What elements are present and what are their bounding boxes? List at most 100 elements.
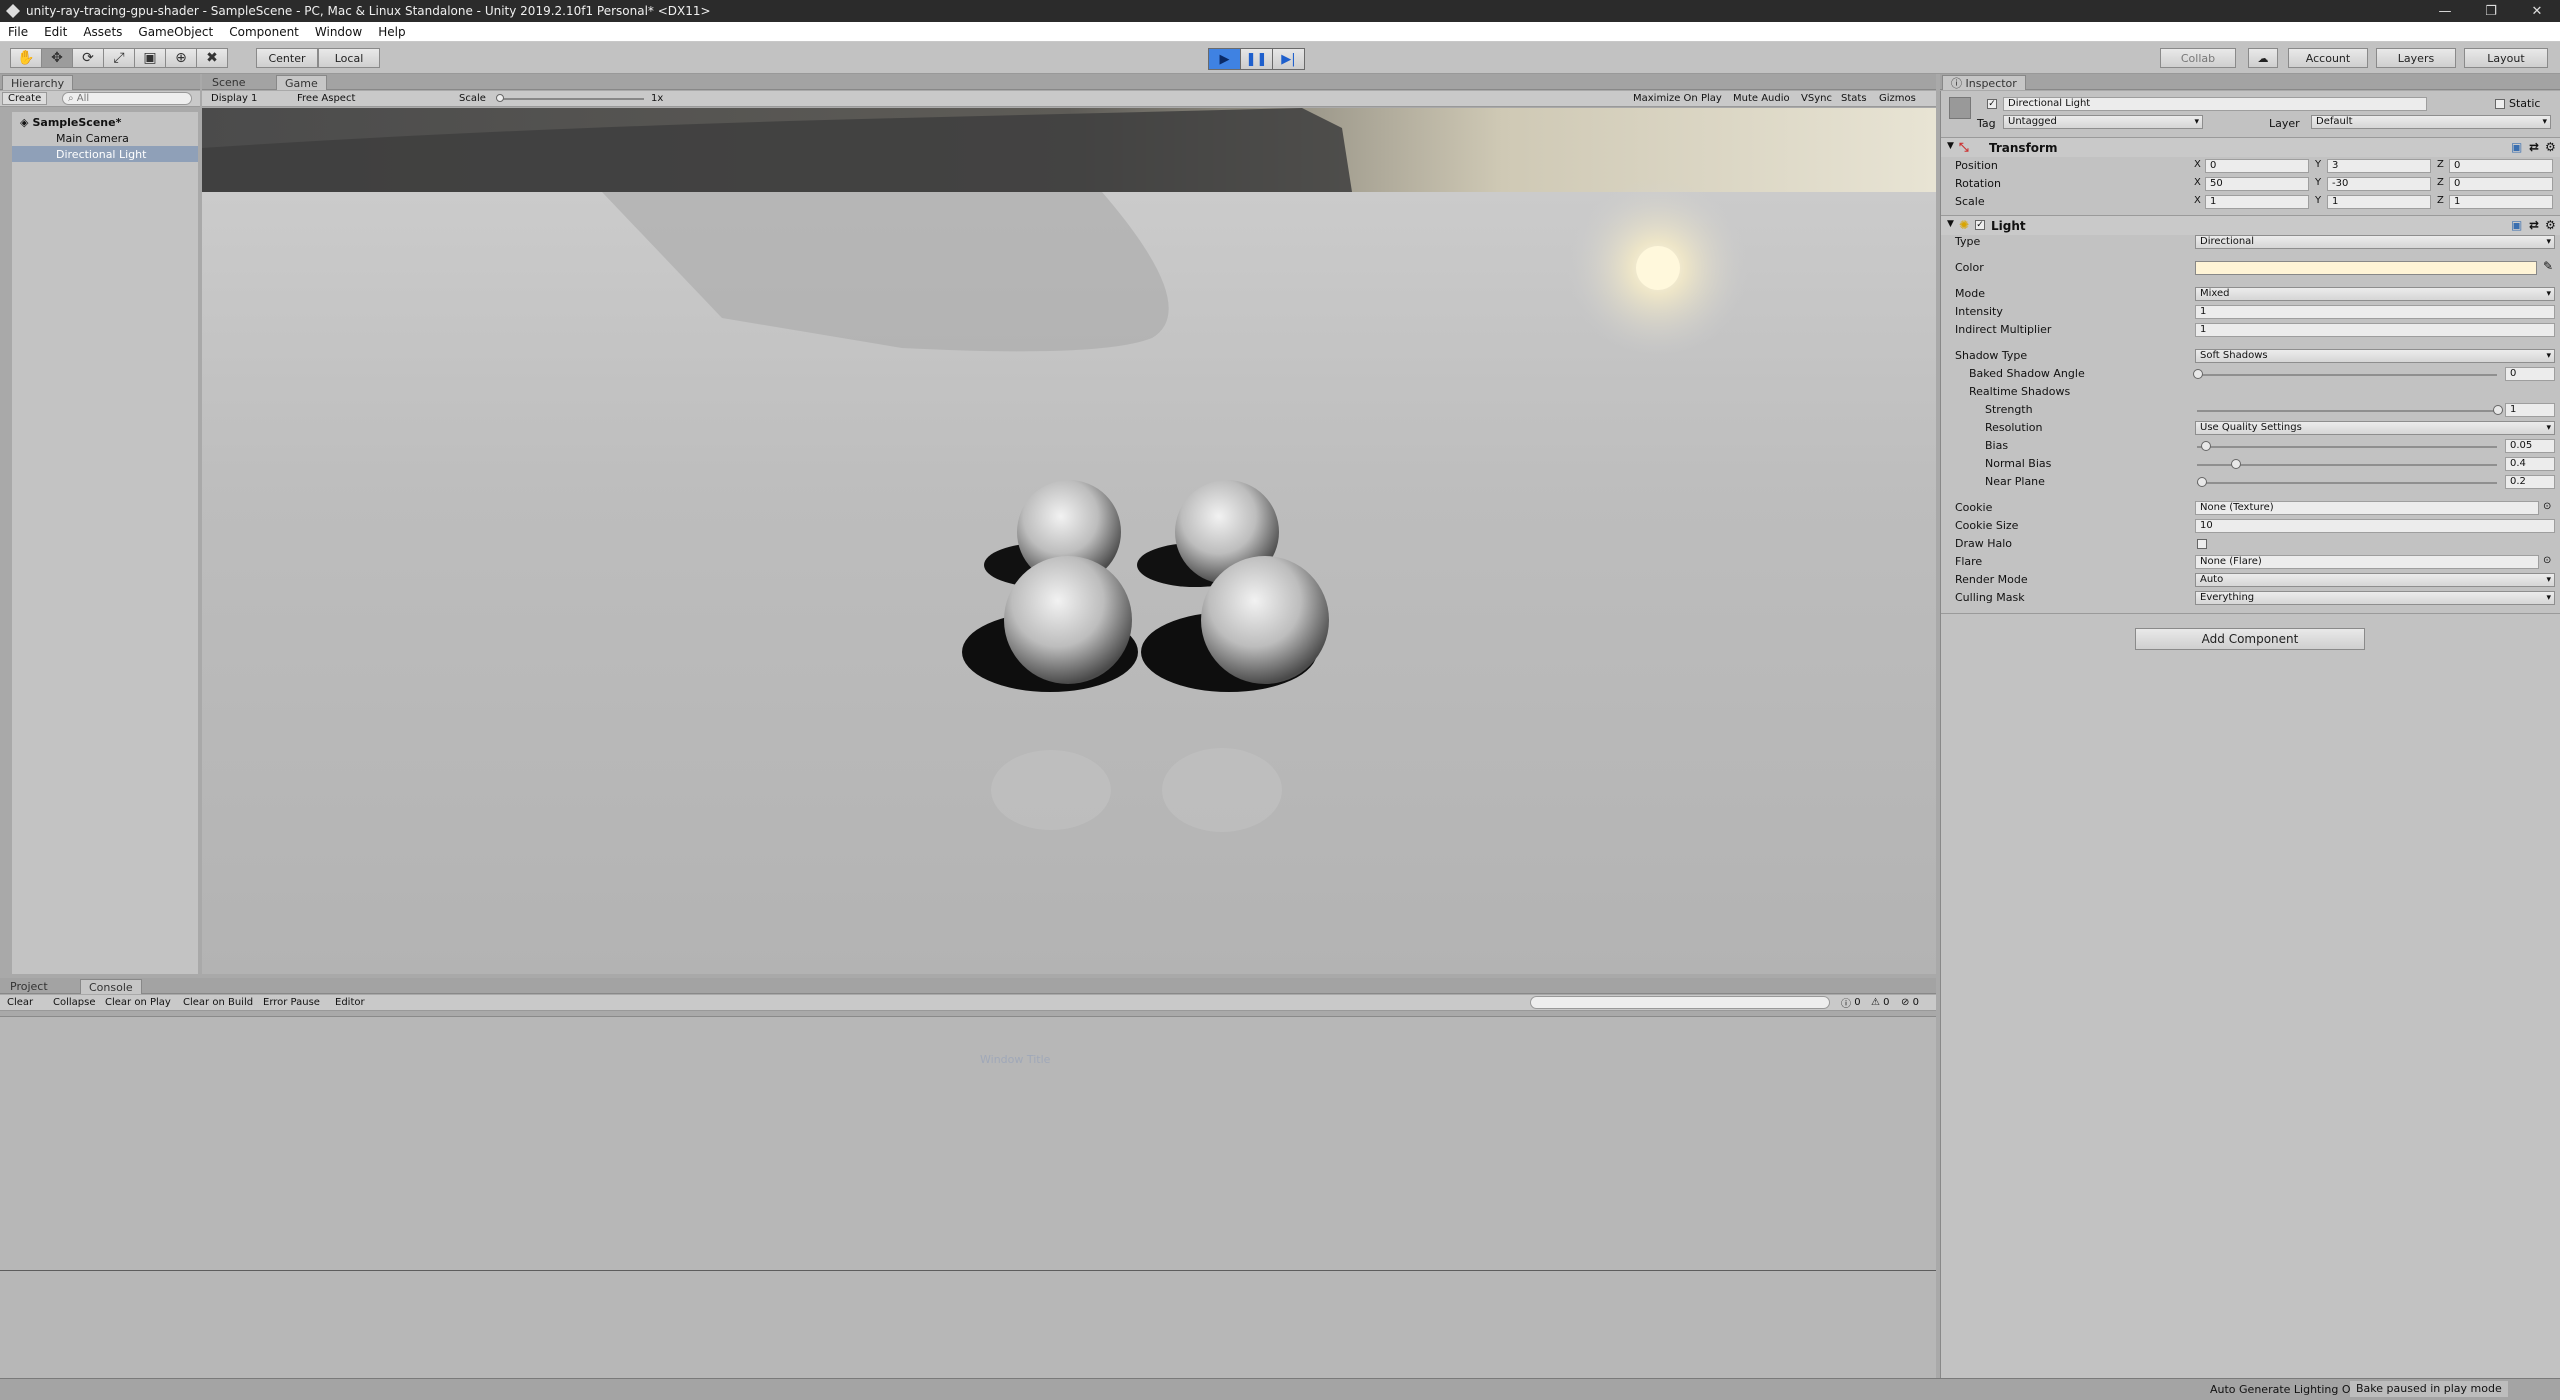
layer-dropdown[interactable]: Default bbox=[2311, 115, 2551, 129]
light-enabled-checkbox[interactable]: ✓ bbox=[1975, 220, 1985, 230]
close-button[interactable]: ✕ bbox=[2514, 4, 2560, 19]
gear-icon[interactable]: ⚙ bbox=[2545, 140, 2556, 154]
active-checkbox[interactable]: ✓ bbox=[1987, 99, 1997, 109]
position-z-field[interactable]: 0 bbox=[2449, 159, 2553, 173]
render-mode-dropdown[interactable]: Auto bbox=[2195, 573, 2555, 587]
rotate-tool-icon[interactable]: ⟳ bbox=[72, 48, 104, 68]
normal-bias-knob[interactable] bbox=[2231, 459, 2241, 469]
scale-x-field[interactable]: 1 bbox=[2205, 195, 2309, 209]
log-count[interactable]: ⓘ 0 bbox=[1836, 996, 1866, 1010]
rotation-x-field[interactable]: 50 bbox=[2205, 177, 2309, 191]
create-dropdown[interactable]: Create bbox=[2, 92, 48, 105]
layers-dropdown[interactable]: Layers bbox=[2376, 48, 2456, 68]
culling-mask-dropdown[interactable]: Everything bbox=[2195, 591, 2555, 605]
layout-dropdown[interactable]: Layout bbox=[2464, 48, 2548, 68]
error-count[interactable]: ⊘ 0 bbox=[1896, 996, 1924, 1009]
scene-row[interactable]: ◈ SampleScene* bbox=[12, 114, 198, 130]
gear-icon[interactable]: ⚙ bbox=[2545, 218, 2556, 232]
step-icon[interactable]: ▶| bbox=[1272, 48, 1305, 70]
near-plane-knob[interactable] bbox=[2197, 477, 2207, 487]
pivot-local-button[interactable]: Local bbox=[318, 48, 380, 68]
near-plane-field[interactable]: 0.2 bbox=[2505, 475, 2555, 489]
position-x-field[interactable]: 0 bbox=[2205, 159, 2309, 173]
play-icon[interactable]: ▶ bbox=[1208, 48, 1241, 70]
tab-scene[interactable]: Scene bbox=[204, 75, 254, 90]
tab-project[interactable]: Project bbox=[2, 979, 56, 994]
color-swatch[interactable] bbox=[2195, 261, 2537, 275]
add-component-button[interactable]: Add Component bbox=[2135, 628, 2365, 650]
menu-window[interactable]: Window bbox=[307, 25, 370, 39]
maximize-on-play-toggle[interactable]: Maximize On Play bbox=[1628, 92, 1727, 105]
baked-angle-knob[interactable] bbox=[2193, 369, 2203, 379]
console-log-area[interactable]: Window Title bbox=[0, 1016, 1936, 1378]
preset-icon[interactable]: ⇄ bbox=[2529, 218, 2539, 232]
stats-toggle[interactable]: Stats bbox=[1836, 92, 1872, 105]
indirect-field[interactable]: 1 bbox=[2195, 323, 2555, 337]
pivot-center-button[interactable]: Center bbox=[256, 48, 318, 68]
rotation-y-field[interactable]: -30 bbox=[2327, 177, 2431, 191]
error-pause-button[interactable]: Error Pause bbox=[258, 996, 325, 1009]
tag-dropdown[interactable]: Untagged bbox=[2003, 115, 2203, 129]
hierarchy-search-input[interactable]: ⌕ All bbox=[62, 92, 192, 105]
preset-icon[interactable]: ⇄ bbox=[2529, 140, 2539, 154]
static-checkbox[interactable] bbox=[2495, 99, 2505, 109]
hierarchy-item-directional-light[interactable]: Directional Light bbox=[12, 146, 198, 162]
menu-file[interactable]: File bbox=[0, 25, 36, 39]
strength-field[interactable]: 1 bbox=[2505, 403, 2555, 417]
scale-slider[interactable] bbox=[498, 98, 644, 100]
object-picker-icon[interactable]: ⊙ bbox=[2543, 501, 2551, 512]
mode-dropdown[interactable]: Mixed bbox=[2195, 287, 2555, 301]
scale-y-field[interactable]: 1 bbox=[2327, 195, 2431, 209]
baked-angle-field[interactable]: 0 bbox=[2505, 367, 2555, 381]
light-header[interactable]: ▼ ✺ ✓ Light ▣ ⇄ ⚙ bbox=[1941, 215, 2560, 235]
flare-field[interactable]: None (Flare) bbox=[2195, 555, 2539, 569]
cloud-icon[interactable]: ☁ bbox=[2248, 48, 2278, 68]
collapse-button[interactable]: Collapse bbox=[48, 996, 101, 1009]
resolution-dropdown[interactable]: Use Quality Settings bbox=[2195, 421, 2555, 435]
normal-bias-field[interactable]: 0.4 bbox=[2505, 457, 2555, 471]
near-plane-slider[interactable] bbox=[2197, 482, 2497, 484]
menu-assets[interactable]: Assets bbox=[75, 25, 130, 39]
console-detail-divider[interactable] bbox=[0, 1270, 1936, 1271]
bias-knob[interactable] bbox=[2201, 441, 2211, 451]
object-name-field[interactable]: Directional Light bbox=[2003, 97, 2427, 111]
vsync-toggle[interactable]: VSync bbox=[1796, 92, 1837, 105]
transform-tool-icon[interactable]: ⊕ bbox=[165, 48, 197, 68]
object-picker-icon[interactable]: ⊙ bbox=[2543, 555, 2551, 566]
menu-gameobject[interactable]: GameObject bbox=[130, 25, 221, 39]
cookie-size-field[interactable]: 10 bbox=[2195, 519, 2555, 533]
rect-tool-icon[interactable]: ▣ bbox=[134, 48, 166, 68]
gizmos-dropdown[interactable]: Gizmos bbox=[1874, 92, 1921, 105]
move-tool-icon[interactable]: ✥ bbox=[41, 48, 73, 68]
bias-field[interactable]: 0.05 bbox=[2505, 439, 2555, 453]
cookie-field[interactable]: None (Texture) bbox=[2195, 501, 2539, 515]
game-view[interactable] bbox=[202, 108, 1936, 974]
menu-help[interactable]: Help bbox=[370, 25, 413, 39]
minimize-button[interactable]: — bbox=[2422, 4, 2468, 19]
shadow-type-dropdown[interactable]: Soft Shadows bbox=[2195, 349, 2555, 363]
bias-slider[interactable] bbox=[2197, 446, 2497, 448]
transform-header[interactable]: ▼ ⤡ Transform ▣ ⇄ ⚙ bbox=[1941, 137, 2560, 157]
menu-component[interactable]: Component bbox=[221, 25, 307, 39]
scale-z-field[interactable]: 1 bbox=[2449, 195, 2553, 209]
tab-game[interactable]: Game bbox=[276, 75, 327, 90]
eyedropper-icon[interactable]: ✎ bbox=[2543, 259, 2553, 273]
strength-slider[interactable] bbox=[2197, 410, 2497, 412]
strength-knob[interactable] bbox=[2493, 405, 2503, 415]
account-dropdown[interactable]: Account bbox=[2288, 48, 2368, 68]
rotation-z-field[interactable]: 0 bbox=[2449, 177, 2553, 191]
hand-tool-icon[interactable]: ✋ bbox=[10, 48, 42, 68]
hierarchy-item-main-camera[interactable]: Main Camera bbox=[12, 130, 198, 146]
help-icon[interactable]: ▣ bbox=[2511, 140, 2522, 154]
warning-count[interactable]: ⚠ 0 bbox=[1866, 996, 1895, 1009]
clear-on-build-button[interactable]: Clear on Build bbox=[178, 996, 258, 1009]
pause-icon[interactable]: ❚❚ bbox=[1240, 48, 1273, 70]
baked-angle-slider[interactable] bbox=[2197, 374, 2497, 376]
display-dropdown[interactable]: Display 1 bbox=[206, 92, 286, 105]
type-dropdown[interactable]: Directional bbox=[2195, 235, 2555, 249]
scale-tool-icon[interactable]: ⤢ bbox=[103, 48, 135, 68]
editor-dropdown[interactable]: Editor bbox=[330, 996, 370, 1009]
draw-halo-checkbox[interactable] bbox=[2197, 539, 2207, 549]
intensity-field[interactable]: 1 bbox=[2195, 305, 2555, 319]
aspect-dropdown[interactable]: Free Aspect bbox=[292, 92, 452, 105]
